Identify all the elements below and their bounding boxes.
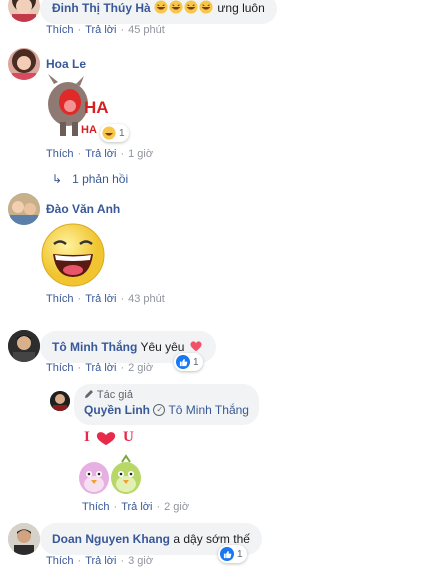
haha-reaction-icon: [102, 126, 116, 140]
comment-time[interactable]: 2 giờ: [164, 501, 189, 513]
like-link[interactable]: Thích: [46, 293, 74, 305]
sticker-u-text: U: [123, 429, 134, 445]
mention-link[interactable]: Tô Minh Thắng: [168, 403, 249, 417]
avatar[interactable]: [8, 330, 40, 362]
commenter-name[interactable]: Hoa Le: [46, 57, 86, 71]
reaction-count: 1: [193, 356, 199, 368]
avatar-image: [8, 523, 40, 555]
replies-count-label: 1 phản hồi: [72, 172, 129, 186]
reply-arrow-icon: ↳: [52, 172, 63, 186]
reply-link[interactable]: Trả lời: [85, 293, 116, 305]
laughing-emoji-icon: [154, 0, 168, 14]
comment-time[interactable]: 43 phút: [128, 293, 165, 305]
sticker-ha-text: HA: [84, 98, 109, 117]
comment-time[interactable]: 2 giờ: [128, 362, 153, 374]
avatar[interactable]: [8, 48, 40, 80]
commenter-name[interactable]: Tô Minh Thắng: [52, 340, 137, 354]
comment-text: Yêu yêu: [140, 340, 185, 354]
check-mark-icon: ✓: [153, 404, 166, 416]
like-link[interactable]: Thích: [82, 501, 110, 513]
avatar-image: [8, 330, 40, 362]
reaction-count: 1: [237, 548, 243, 560]
comment-text: ưng luôn: [217, 1, 265, 15]
avatar-image: [12, 49, 36, 80]
sticker-ha-text: HA: [81, 124, 97, 136]
reaction-summary[interactable]: 1: [174, 353, 203, 371]
big-grin-emoji-icon: [41, 223, 105, 287]
like-link[interactable]: Thích: [46, 555, 74, 567]
comment-actions: Thích · Trả lời · 2 giờ: [46, 362, 154, 374]
commenter-name[interactable]: Đào Văn Anh: [46, 202, 120, 216]
author-tag: Tác giả: [84, 389, 249, 402]
comment-bubble: Đinh Thị Thúy Hà ưng luôn: [40, 0, 277, 24]
comment-time[interactable]: 3 giờ: [128, 555, 153, 567]
like-link[interactable]: Thích: [46, 148, 74, 160]
avatar-image: [50, 391, 70, 411]
comment-actions: Thích · Trả lời · 3 giờ: [46, 555, 154, 567]
avatar-image: [8, 193, 40, 225]
heart-emoji-icon: [190, 341, 202, 352]
comment-time[interactable]: 1 giờ: [128, 148, 153, 160]
avatar[interactable]: [50, 391, 70, 411]
laugh-emoji-row: [154, 0, 217, 15]
reply-link[interactable]: Trả lời: [85, 24, 116, 36]
commenter-name[interactable]: Quyền Linh: [84, 403, 150, 417]
reaction-count: 1: [119, 127, 125, 139]
reply-bubble: Tác giả Quyền Linh ✓ Tô Minh Thắng: [74, 384, 259, 425]
laughing-emoji-icon: [169, 0, 183, 14]
view-replies-link[interactable]: ↳ 1 phản hồi: [52, 172, 128, 186]
comment-actions: Thích · Trả lời · 2 giờ: [82, 501, 190, 513]
avatar-image: [12, 0, 36, 22]
like-reaction-icon: [176, 355, 190, 369]
laughing-emoji-icon: [184, 0, 198, 14]
avatar[interactable]: [8, 0, 40, 22]
avatar[interactable]: [8, 193, 40, 225]
reply-link[interactable]: Trả lời: [121, 501, 152, 513]
author-tag-label: Tác giả: [96, 389, 133, 401]
like-reaction-icon: [220, 547, 234, 561]
commenter-name[interactable]: Doan Nguyen Khang: [52, 532, 170, 546]
commenter-name[interactable]: Đinh Thị Thúy Hà: [52, 1, 151, 15]
comment-text: a dậy sớm thế: [173, 532, 250, 546]
comment-actions: Thích · Trả lời · 45 phút: [46, 24, 165, 36]
reaction-summary[interactable]: 1: [218, 545, 247, 563]
reaction-summary[interactable]: 1: [100, 124, 129, 142]
sticker: [40, 222, 106, 288]
comment-actions: Thích · Trả lời · 1 giờ: [46, 148, 154, 160]
reply-link[interactable]: Trả lời: [85, 555, 116, 567]
like-link[interactable]: Thích: [46, 362, 74, 374]
comment-time[interactable]: 45 phút: [128, 24, 165, 36]
avatar[interactable]: [8, 523, 40, 555]
reply-link[interactable]: Trả lời: [85, 362, 116, 374]
sticker-i-text: I: [84, 429, 90, 445]
pencil-icon: [85, 390, 93, 398]
laughing-emoji-icon: [199, 0, 213, 14]
reply-link[interactable]: Trả lời: [85, 148, 116, 160]
like-link[interactable]: Thích: [46, 24, 74, 36]
comment-actions: Thích · Trả lời · 43 phút: [46, 293, 165, 305]
